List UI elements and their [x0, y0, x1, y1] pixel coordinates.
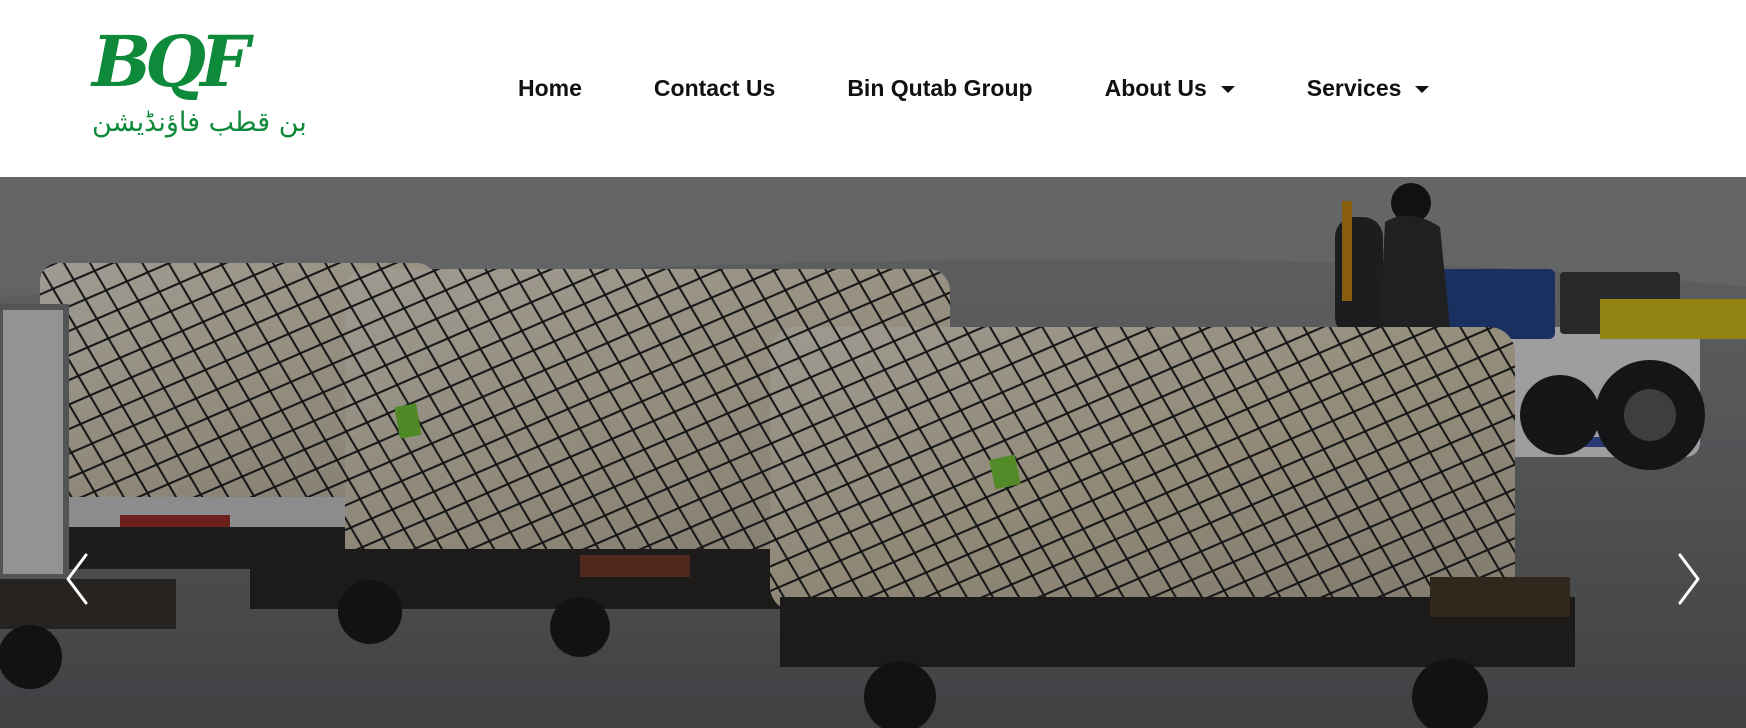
nav-bin-qutab-group-label: Bin Qutab Group — [847, 74, 1033, 101]
nav-contact-us[interactable]: Contact Us — [654, 75, 775, 102]
site-header: BQF بن قطب فاؤنڈیشن Home Contact Us Bin … — [0, 0, 1746, 177]
nav-contact-us-label: Contact Us — [653, 74, 776, 101]
nav-bin-qutab-group[interactable]: Bin Qutab Group — [847, 75, 1032, 102]
chevron-right-icon — [1678, 553, 1700, 605]
carousel-next-button[interactable] — [1666, 549, 1710, 609]
logo-urdu-subtitle: بن قطب فاؤنڈیشن — [92, 107, 307, 138]
main-navigation: Home Contact Us Bin Qutab Group About Us… — [518, 71, 1430, 105]
caret-down-icon — [1415, 85, 1430, 93]
nav-about-us-label: About Us — [1104, 74, 1207, 101]
nav-home[interactable]: Home — [518, 75, 582, 102]
nav-about-us-dropdown[interactable]: About Us — [1105, 75, 1235, 102]
logo-wordmark: BQF — [92, 20, 250, 103]
nav-services-dropdown[interactable]: Services — [1307, 75, 1430, 102]
carousel-prev-button[interactable] — [56, 549, 100, 609]
hero-overlay — [0, 177, 1746, 728]
caret-down-icon — [1220, 85, 1235, 93]
hero-carousel — [0, 177, 1746, 728]
nav-services-label: Services — [1306, 74, 1402, 101]
nav-home-label: Home — [518, 74, 582, 101]
chevron-left-icon — [66, 553, 88, 605]
site-logo[interactable]: BQF بن قطب فاؤنڈیشن — [92, 20, 307, 148]
